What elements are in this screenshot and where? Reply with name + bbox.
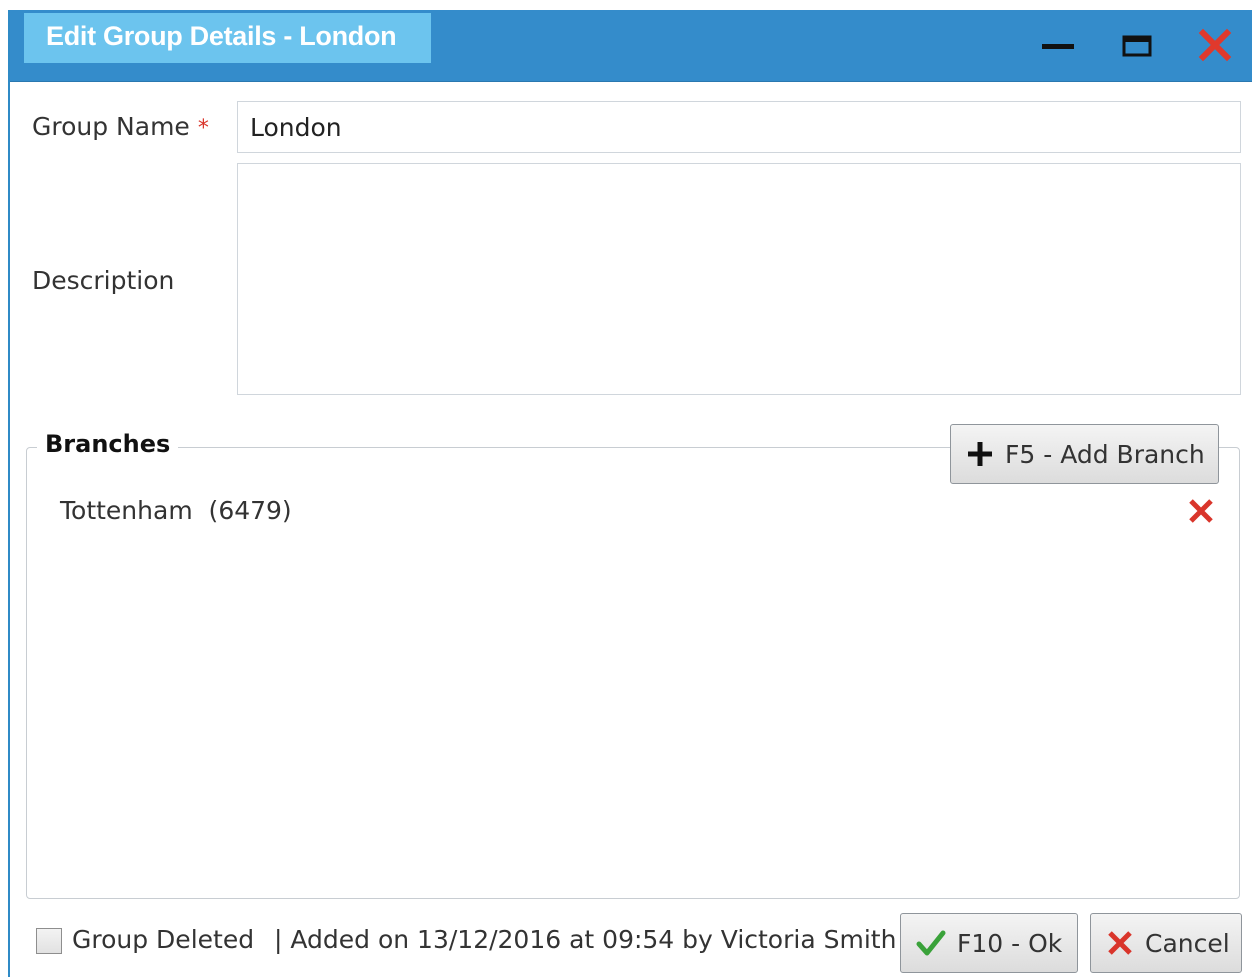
maximize-button[interactable]: [1116, 24, 1160, 68]
group-name-label-text: Group Name: [32, 112, 190, 141]
add-branch-button[interactable]: F5 - Add Branch: [950, 424, 1219, 484]
branch-list-item: Tottenham (6479): [42, 494, 1213, 534]
maximize-icon: [1122, 35, 1152, 57]
remove-icon: [1189, 499, 1213, 523]
title-bar: Edit Group Details - London: [10, 10, 1252, 82]
cancel-button[interactable]: Cancel: [1090, 913, 1242, 973]
add-branch-label: F5 - Add Branch: [1005, 439, 1205, 469]
cancel-label: Cancel: [1145, 928, 1230, 958]
group-name-input[interactable]: [237, 101, 1241, 153]
description-input[interactable]: [237, 163, 1241, 395]
window-title: Edit Group Details - London: [46, 21, 397, 51]
remove-branch-button[interactable]: [1186, 496, 1216, 526]
minimize-icon: [1042, 44, 1074, 49]
group-name-label: Group Name *: [32, 112, 209, 141]
close-button[interactable]: [1194, 24, 1238, 68]
title-tab: Edit Group Details - London: [24, 13, 431, 63]
required-marker: *: [197, 116, 209, 141]
ok-label: F10 - Ok: [957, 928, 1063, 958]
close-icon: [1198, 28, 1232, 62]
cancel-x-icon: [1108, 931, 1132, 955]
branches-legend: Branches: [37, 430, 179, 458]
minimize-button[interactable]: [1036, 24, 1080, 68]
audit-info: | Added on 13/12/2016 at 09:54 by Victor…: [274, 925, 897, 954]
branch-name: Tottenham (6479): [60, 496, 292, 525]
group-deleted-label: Group Deleted: [72, 925, 255, 954]
ok-button[interactable]: F10 - Ok: [900, 913, 1078, 973]
plus-icon: [968, 442, 992, 466]
group-deleted-checkbox[interactable]: [36, 928, 62, 954]
check-icon: [916, 930, 946, 956]
description-label: Description: [32, 266, 175, 295]
edit-group-dialog: Edit Group Details - London Group Name * …: [8, 10, 1252, 977]
